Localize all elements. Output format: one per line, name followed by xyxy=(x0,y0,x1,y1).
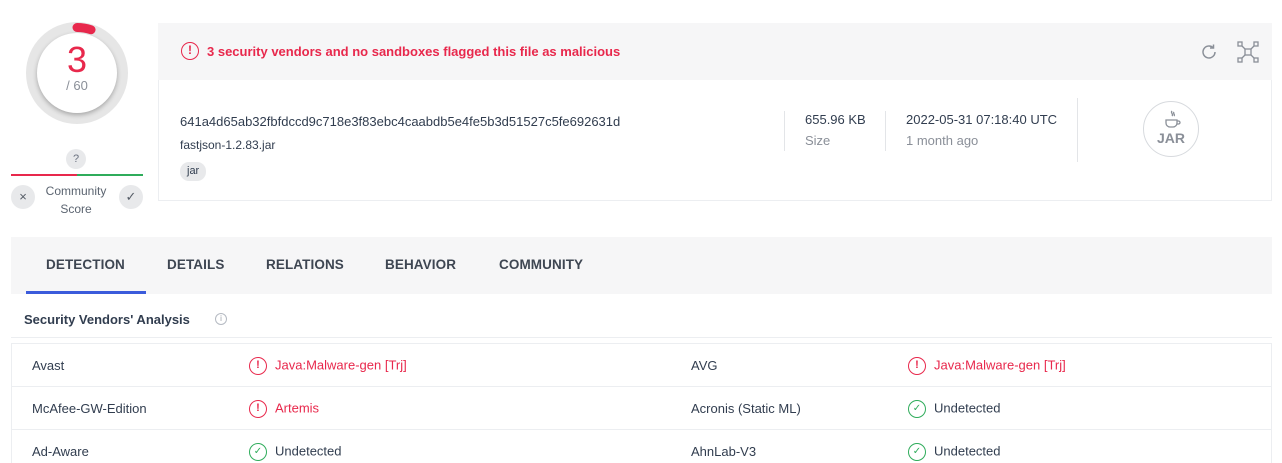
tab-detection[interactable]: DETECTION xyxy=(46,237,125,294)
result-text: Undetected xyxy=(934,443,1001,459)
file-name: fastjson-1.2.83.jar xyxy=(180,138,276,152)
community-score-unknown-badge: ? xyxy=(66,149,86,169)
file-hash[interactable]: 641a4d65ab32fbfdccd9c718e3f83ebc4caabdb5… xyxy=(180,114,620,129)
vendor-name: Avast xyxy=(32,358,65,373)
graph-icon[interactable] xyxy=(1236,40,1260,64)
vendor-result: ✓ Undetected xyxy=(249,442,342,461)
detection-alert-text: 3 security vendors and no sandboxes flag… xyxy=(207,44,621,59)
vendor-result: ✓ Undetected xyxy=(908,399,1001,418)
file-type-label: JAR xyxy=(1156,130,1185,146)
check-circle-icon: ✓ xyxy=(908,442,926,461)
report-tabs: DETECTION DETAILS RELATIONS BEHAVIOR COM… xyxy=(11,237,1272,294)
vendor-result: ! Java:Malware-gen [Trj] xyxy=(249,356,407,375)
result-text: Undetected xyxy=(934,400,1001,416)
info-icon[interactable]: i xyxy=(215,313,227,325)
table-row: McAfee-GW-Edition ! Artemis Acronis (Stat… xyxy=(12,387,1271,430)
result-text: Undetected xyxy=(275,443,342,459)
tab-community[interactable]: COMMUNITY xyxy=(499,237,583,294)
detection-count: 3 xyxy=(66,39,88,80)
vendor-name: Ad-Aware xyxy=(32,444,89,459)
check-circle-icon: ✓ xyxy=(249,442,267,461)
community-score-label-line2: Score xyxy=(60,202,92,216)
community-score-label-line1: Community xyxy=(45,184,107,198)
file-info-card: 641a4d65ab32fbfdccd9c718e3f83ebc4caabdb5… xyxy=(158,80,1272,201)
vendor-name: AhnLab-V3 xyxy=(691,444,757,459)
alert-circle-icon: ! xyxy=(181,42,199,60)
check-circle-icon: ✓ xyxy=(908,399,926,418)
file-size-value: 655.96 KB xyxy=(805,112,866,127)
alert-circle-icon: ! xyxy=(249,356,267,375)
active-tab-indicator xyxy=(26,291,146,294)
last-analysis-date: 2022-05-31 07:18:40 UTC xyxy=(906,112,1058,127)
vendor-name: AVG xyxy=(691,358,718,373)
file-type-icon: JAR xyxy=(1143,101,1199,157)
table-row: Ad-Aware ✓ Undetected AhnLab-V3 ✓ Undetect… xyxy=(12,430,1271,463)
vendor-name: McAfee-GW-Edition xyxy=(32,401,147,416)
result-text: Java:Malware-gen [Trj] xyxy=(934,357,1066,373)
file-size-label: Size xyxy=(805,133,831,148)
divider xyxy=(885,111,886,151)
reanalyze-icon[interactable] xyxy=(1198,41,1220,63)
tab-behavior[interactable]: BEHAVIOR xyxy=(385,237,456,294)
detection-alert-bar: ! 3 security vendors and no sandboxes fl… xyxy=(158,23,1272,80)
vendor-name: Acronis (Static ML) xyxy=(691,401,801,416)
divider xyxy=(784,111,785,151)
java-cup-icon xyxy=(1165,110,1181,128)
alert-circle-icon: ! xyxy=(908,356,926,375)
tab-details[interactable]: DETAILS xyxy=(167,237,224,294)
vendor-result: ✓ Undetected xyxy=(908,442,1001,461)
section-header: Security Vendors' Analysis i xyxy=(11,300,1272,338)
result-text: Artemis xyxy=(275,400,320,416)
divider xyxy=(1077,98,1078,162)
last-analysis-relative: 1 month ago xyxy=(906,133,979,148)
vendor-results-table: Avast ! Java:Malware-gen [Trj] AVG ! Java:… xyxy=(11,343,1272,463)
community-harmful-bar xyxy=(11,174,77,176)
vendor-result: ! Java:Malware-gen [Trj] xyxy=(908,356,1066,375)
community-score-label: Community Score xyxy=(40,182,112,218)
alert-circle-icon: ! xyxy=(249,399,267,418)
tab-relations[interactable]: RELATIONS xyxy=(266,237,344,294)
file-tag[interactable]: jar xyxy=(180,162,207,181)
table-row: Avast ! Java:Malware-gen [Trj] AVG ! Java:… xyxy=(12,344,1271,387)
result-text: Java:Malware-gen [Trj] xyxy=(275,357,407,373)
section-title: Security Vendors' Analysis xyxy=(24,312,190,327)
vote-harmless-button[interactable]: ✓ xyxy=(119,185,143,209)
gauge-center: 3 / 60 xyxy=(37,33,117,113)
engine-total: / 60 xyxy=(66,78,88,93)
detection-score-gauge: 3 / 60 xyxy=(26,22,128,124)
vote-harmful-button[interactable]: × xyxy=(11,185,35,209)
community-harmless-bar xyxy=(77,174,143,176)
vendor-result: ! Artemis xyxy=(249,399,319,418)
